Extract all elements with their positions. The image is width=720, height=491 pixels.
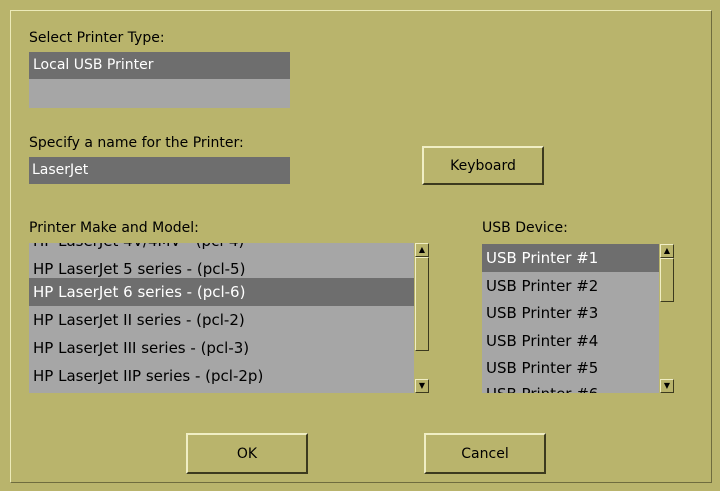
list-item[interactable]: USB Printer #3 (482, 299, 598, 327)
printer-type-label: Select Printer Type: (29, 30, 165, 46)
make-model-list[interactable]: HP LaserJet 4V/4MV - (pcl-4) HP LaserJet… (29, 243, 414, 393)
scroll-up-icon[interactable]: ▲ (660, 244, 674, 258)
keyboard-button[interactable]: Keyboard (422, 146, 544, 185)
list-item-selected[interactable]: HP LaserJet 6 series - (pcl-6) (29, 278, 414, 306)
cancel-button[interactable]: Cancel (424, 433, 546, 474)
usb-device-scrollbar[interactable]: ▲ ▼ (660, 244, 674, 393)
make-model-scrollbar[interactable]: ▲ ▼ (415, 243, 429, 393)
make-model-label: Printer Make and Model: (29, 220, 199, 236)
printer-type-list[interactable]: Local USB Printer (29, 52, 290, 108)
list-item[interactable]: USB Printer #6 (482, 380, 598, 393)
list-item[interactable]: USB Printer #2 (482, 272, 598, 300)
list-item[interactable]: USB Printer #4 (482, 327, 598, 355)
scroll-up-icon[interactable]: ▲ (415, 243, 429, 257)
list-item[interactable]: HP LaserJet III series - (pcl-3) (29, 334, 249, 362)
scroll-thumb[interactable] (660, 258, 674, 302)
printer-type-selected[interactable]: Local USB Printer (29, 52, 290, 79)
scroll-down-icon[interactable]: ▼ (415, 379, 429, 393)
list-item[interactable]: HP LaserJet IIP series - (pcl-2p) (29, 362, 263, 390)
ok-button[interactable]: OK (186, 433, 308, 474)
printer-name-label: Specify a name for the Printer: (29, 135, 244, 151)
scroll-down-icon[interactable]: ▼ (660, 379, 674, 393)
list-item[interactable]: USB Printer #5 (482, 354, 598, 382)
list-item-selected[interactable]: USB Printer #1 (482, 244, 659, 272)
usb-device-label: USB Device: (482, 220, 568, 236)
list-item[interactable]: HP LaserJet 4V/4MV - (pcl-4) (29, 243, 244, 255)
list-item[interactable]: HP LaserJet II series - (pcl-2) (29, 306, 245, 334)
printer-name-field[interactable]: LaserJet (29, 157, 290, 184)
scroll-thumb[interactable] (415, 257, 429, 351)
usb-device-list[interactable]: USB Printer #1 USB Printer #2 USB Printe… (482, 244, 659, 393)
